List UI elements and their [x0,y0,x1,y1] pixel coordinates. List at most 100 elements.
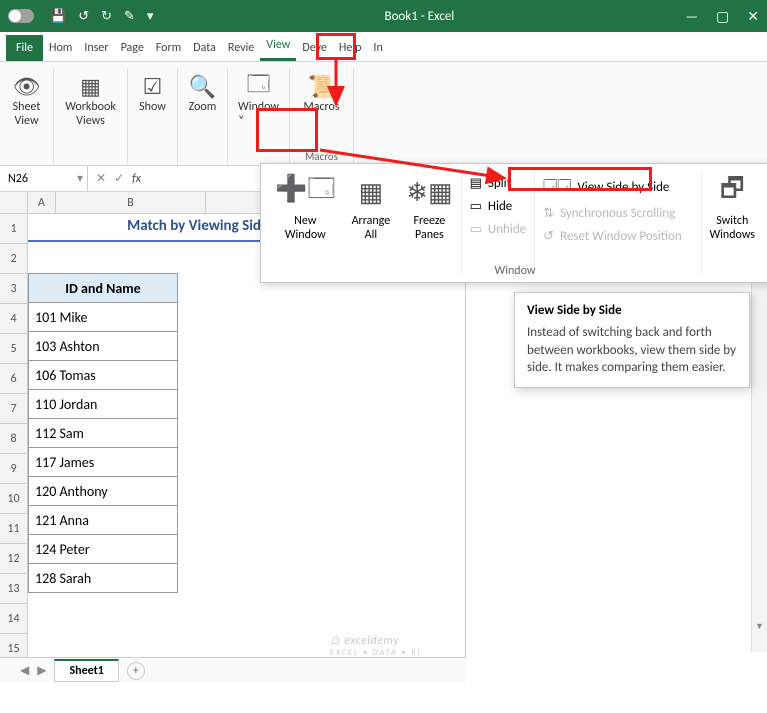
col-head-b[interactable]: B [56,192,206,213]
split-icon: ▤ [470,176,482,191]
minimize-icon[interactable]: — [685,8,698,25]
macros-button[interactable]: 📜Macros [297,68,345,118]
row-head[interactable]: 10 [0,484,28,514]
titlebar: 💾 ↺ ↻ ✎ ▾ Book1 - Excel — ▢ ✕ [0,0,767,32]
save-icon[interactable]: 💾 [50,9,66,24]
close-icon[interactable]: ✕ [747,8,759,25]
row-head[interactable]: 7 [0,394,28,424]
tab-review[interactable]: Revie [222,35,260,61]
sheet-view-button[interactable]: 👁Sheet View [5,68,49,132]
fx-icon[interactable]: fx [132,172,141,186]
row-head[interactable]: 4 [0,304,28,334]
ribbon-tabs: File Hom Inser Page Form Data Revie View… [0,32,767,62]
table-row[interactable]: 103 Ashton [28,331,178,361]
redo-icon[interactable]: ↻ [101,9,112,24]
switch-windows-icon: 🗗 [720,170,744,214]
maximize-icon[interactable]: ▢ [716,8,729,25]
reset-window-button: ↺Reset Window Position [539,227,696,246]
new-window-button[interactable]: ➕🗔New Window [267,170,344,276]
undo-icon[interactable]: ↺ [78,9,89,24]
sheet-next-icon[interactable]: ▶ [37,663,46,678]
house-icon: ⌂ [330,634,344,648]
cancel-formula-icon[interactable]: ✕ [96,171,106,186]
col-head-a[interactable]: A [28,192,56,213]
view-side-by-side-button[interactable]: 🗔🗔View Side by Side [539,174,696,200]
window-dropdown-panel: ➕🗔New Window ▦Arrange All ❄▦Freeze Panes… [260,163,767,283]
tab-file[interactable]: File [6,35,43,61]
sync-scroll-icon: ⇅ [543,206,554,221]
window-group-label: Window [261,264,767,278]
tooltip: View Side by Side Instead of switching b… [514,292,750,388]
table-row[interactable]: 117 James [28,447,178,477]
row-head[interactable]: 3 [0,274,28,304]
chevron-down-icon[interactable]: ▾ [73,171,87,186]
row-head[interactable]: 5 [0,334,28,364]
table-row[interactable]: 106 Tomas [28,360,178,390]
tooltip-body: Instead of switching back and forth betw… [527,324,737,377]
split-button[interactable]: ▤Split [466,174,531,193]
table-row[interactable]: 112 Sam [28,418,178,448]
ribbon: 👁Sheet View ▦Workbook Views ☑Show 🔍Zoom … [0,62,767,166]
row-head[interactable]: 9 [0,454,28,484]
unhide-icon: ▭ [470,222,482,237]
row-head[interactable]: 1 [0,214,28,244]
tab-help[interactable]: Help [333,35,368,61]
table-row[interactable]: 124 Peter [28,534,178,564]
row-head[interactable]: 12 [0,544,28,574]
row-head[interactable]: 11 [0,514,28,544]
tooltip-title: View Side by Side [527,303,737,318]
tab-view[interactable]: View [260,32,296,61]
zoom-button[interactable]: 🔍Zoom [181,68,225,118]
window-button[interactable]: 🗔Window˅ [232,68,285,132]
new-window-icon: ➕🗔 [275,170,336,214]
freeze-panes-button[interactable]: ❄▦Freeze Panes [398,170,460,276]
accept-formula-icon[interactable]: ✓ [114,171,124,186]
tab-home[interactable]: Hom [43,35,78,61]
row-head[interactable]: 6 [0,364,28,394]
unhide-button: ▭Unhide [466,220,531,239]
select-all-corner[interactable] [0,192,28,213]
grid-icon: ▦ [75,72,107,100]
tab-formulas[interactable]: Form [150,35,187,61]
macros-icon: 📜 [306,72,338,100]
row-head[interactable]: 13 [0,574,28,604]
autosave-toggle[interactable] [8,9,34,23]
table-row[interactable]: 101 Mike [28,302,178,332]
table-header[interactable]: ID and Name [28,273,178,303]
row-head[interactable]: 14 [0,604,28,634]
tab-developer[interactable]: Deve [296,35,333,61]
row-head[interactable]: 8 [0,424,28,454]
tab-data[interactable]: Data [187,35,222,61]
switch-windows-button[interactable]: 🗗Switch Windows [701,170,764,276]
arrange-icon: ▦ [359,170,384,214]
synchronous-scrolling-button: ⇅Synchronous Scrolling [539,204,696,223]
reset-window-icon: ↺ [543,229,554,244]
zoom-icon: 🔍 [187,72,219,100]
show-button[interactable]: ☑Show [131,68,175,118]
table-row[interactable]: 110 Jordan [28,389,178,419]
watermark: ⌂ exceldemy EXCEL • DATA • BI [330,634,422,658]
side-by-side-icon: 🗔🗔 [543,176,571,198]
tab-more[interactable]: In [367,35,388,61]
sheet-bar: ◀ ▶ Sheet1 + [0,657,466,683]
checklist-icon: ☑ [137,72,169,100]
eye-icon: 👁 [11,72,43,100]
hide-icon: ▭ [470,199,482,214]
sheet-tab-sheet1[interactable]: Sheet1 [54,659,118,682]
tab-page[interactable]: Page [115,35,150,61]
window-title: Book1 - Excel [153,9,685,24]
sheet-prev-icon[interactable]: ◀ [20,663,29,678]
new-sheet-button[interactable]: + [127,662,145,680]
table-row[interactable]: 128 Sarah [28,563,178,593]
touch-icon[interactable]: ✎ [124,9,135,24]
row-head[interactable]: 2 [0,244,28,274]
macros-group-label: Macros [290,150,353,163]
arrange-all-button[interactable]: ▦Arrange All [344,170,399,276]
name-box[interactable]: N26▾ [0,166,88,191]
hide-button[interactable]: ▭Hide [466,197,531,216]
table-row[interactable]: 120 Anthony [28,476,178,506]
table-row[interactable]: 121 Anna [28,505,178,535]
workbook-views-button[interactable]: ▦Workbook Views [59,68,122,132]
window-icon: 🗔 [243,72,275,100]
tab-insert[interactable]: Inser [78,35,114,61]
